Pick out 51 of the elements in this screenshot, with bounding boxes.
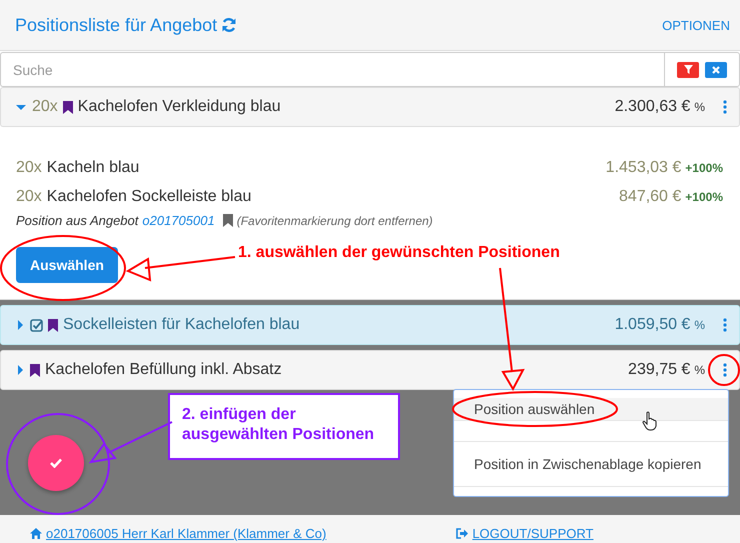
position-row[interactable]: Sockelleisten für Kachelofen blau 1.059,50 € % — [0, 305, 740, 345]
search-field[interactable]: Suche — [0, 52, 664, 87]
customer-link[interactable]: o201706005 Herr Karl Klammer (Klammer & Co) — [46, 526, 326, 541]
page-title: Positionsliste für Angebot — [15, 14, 218, 36]
menu-item[interactable]: Position auswählen — [454, 398, 728, 421]
select-button[interactable]: Auswählen — [16, 247, 118, 283]
position-row[interactable]: Kachelofen Befüllung inkl. Absatz 239,75 € % — [0, 350, 740, 390]
price: 1.059,50 € — [614, 316, 690, 334]
position-row[interactable]: 20x Kachelofen Verkleidung blau 2.300,63 € % — [0, 87, 740, 127]
offer-link[interactable]: o201705001 — [142, 213, 215, 228]
checkmark-icon — [50, 458, 62, 468]
options-link[interactable]: OPTIONEN — [662, 18, 730, 32]
logout-icon — [456, 528, 468, 539]
annotation-callout: 2. einfügen der ausgewählten Positionen — [168, 393, 400, 460]
caret-right-icon[interactable] — [16, 365, 24, 375]
quantity: 20x — [16, 188, 42, 206]
percent-label: +100% — [685, 190, 723, 204]
annotation-text: 1. auswählen der gewünschten Positionen — [238, 244, 560, 262]
more-options-icon[interactable] — [723, 363, 727, 377]
hand-cursor-icon — [642, 411, 658, 431]
bookmark-icon — [222, 214, 233, 227]
source-label: Position aus Angebot — [16, 213, 138, 228]
caret-right-icon[interactable] — [16, 320, 24, 330]
percent-label: +100% — [685, 160, 723, 174]
percent-label: % — [694, 318, 705, 332]
price: 1.453,03 € — [606, 158, 682, 176]
refresh-icon[interactable] — [221, 17, 238, 33]
price: 847,60 € — [619, 188, 682, 206]
position-name: Kachelofen Sockelleiste blau — [46, 188, 252, 206]
hint-text: (Favoritenmarkierung dort entfernen) — [236, 214, 433, 228]
filter-icon — [684, 65, 692, 74]
quantity: 20x — [32, 98, 58, 116]
price: 239,75 € — [628, 361, 690, 379]
logout-link[interactable]: LOGOUT/SUPPORT — [472, 526, 594, 541]
percent-label: % — [694, 363, 705, 377]
menu-item[interactable]: Position in Zwischenablage kopieren — [454, 441, 728, 487]
price: 2.300,63 € — [614, 98, 690, 116]
quantity: 20x — [16, 158, 42, 176]
position-name: Kacheln blau — [46, 158, 140, 176]
position-name: Kachelofen Verkleidung blau — [78, 98, 281, 116]
position-name: Sockelleisten für Kachelofen blau — [63, 316, 300, 334]
caret-down-icon[interactable] — [16, 102, 26, 112]
clear-button[interactable] — [705, 62, 727, 78]
home-icon — [30, 528, 42, 539]
more-options-icon[interactable] — [723, 100, 727, 114]
close-icon — [712, 66, 720, 74]
percent-label: % — [694, 100, 705, 114]
more-options-icon[interactable] — [723, 318, 727, 332]
position-name: Kachelofen Befüllung inkl. Absatz — [45, 361, 282, 379]
highlight-circle — [708, 354, 740, 386]
filter-button[interactable] — [677, 62, 699, 78]
